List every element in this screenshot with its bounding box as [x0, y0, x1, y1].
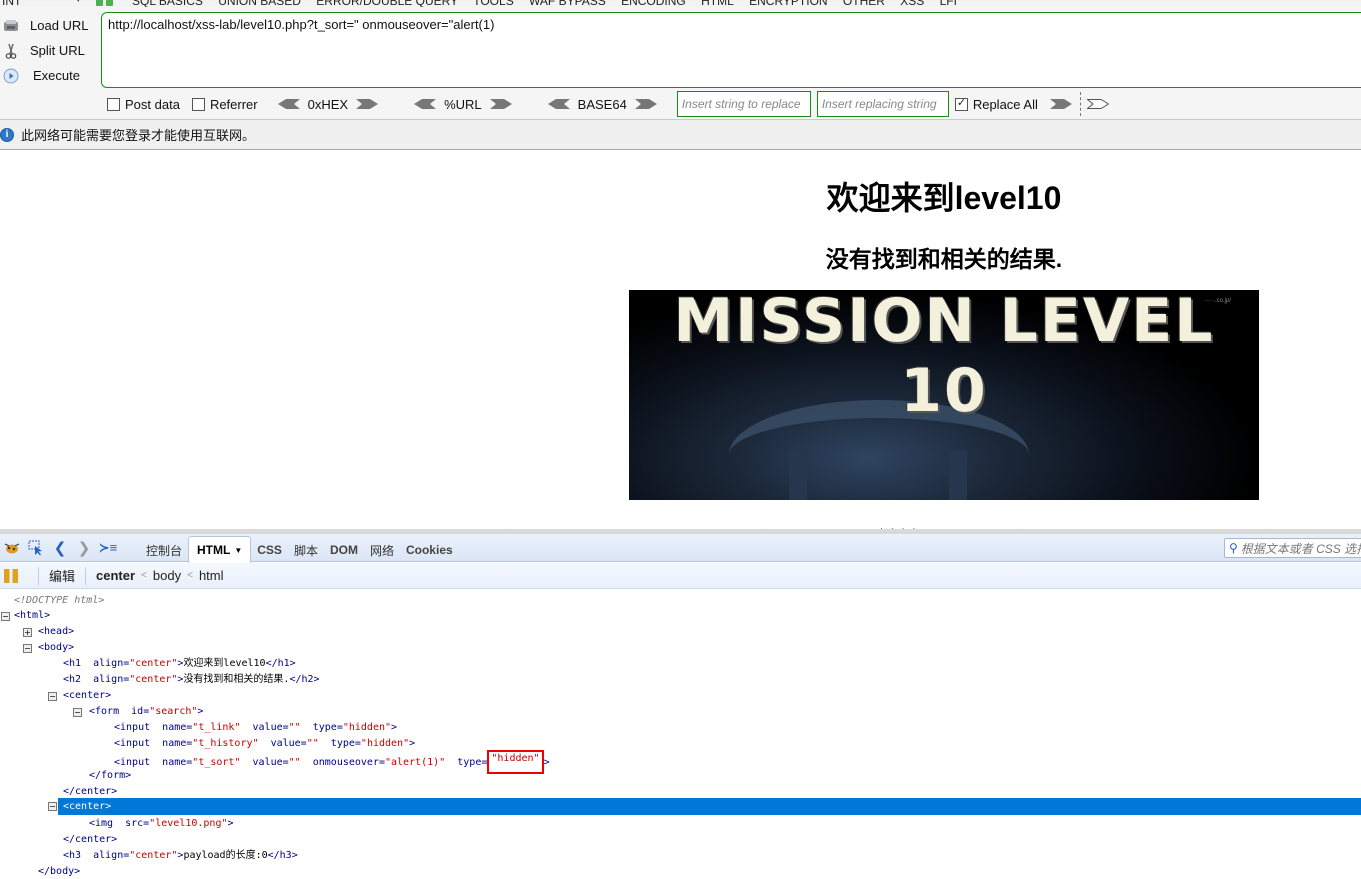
tree-node-body[interactable]: <body> [38, 640, 74, 656]
search-icon: ⚲ [1229, 541, 1238, 555]
tab-html[interactable]: HTML ▼ [188, 536, 252, 563]
replace-to-input[interactable]: Insert replacing string [816, 91, 949, 117]
tab-css[interactable]: CSS [251, 538, 288, 562]
highlight-annotation-box: "hidden" [487, 750, 544, 774]
separator [38, 566, 39, 585]
checkbox-icon [191, 97, 205, 111]
tree-doctype: <!DOCTYPE html> [14, 595, 105, 606]
hackbar-panel: Load URL Split URL Execute http://localh… [0, 7, 1361, 120]
decode-arrow-left-icon[interactable] [547, 99, 570, 109]
html-inspect-icon[interactable] [4, 568, 18, 583]
tree-node-input-t-link[interactable]: <input name="t_link" value="" type="hidd… [114, 720, 397, 736]
tree-node-form[interactable]: <form id="search"> [89, 704, 203, 720]
breadcrumb-center[interactable]: center [96, 568, 135, 583]
scissors-icon [2, 43, 20, 59]
tab-network[interactable]: 网络 [364, 538, 400, 562]
hackbar-options: Post data Referrer 0xHEX %URL BASE64 Ins… [107, 91, 1109, 117]
forward-icon[interactable]: ❯ [74, 538, 94, 558]
execute-button[interactable]: Execute [0, 63, 100, 88]
split-url-button[interactable]: Split URL [0, 38, 100, 63]
hackbar-actions: Load URL Split URL Execute [0, 13, 100, 88]
replace-all-checkbox[interactable]: Replace All [954, 96, 1038, 112]
edit-button[interactable]: 编辑 [49, 566, 75, 585]
page-subheading: 没有找到和相关的结果. [825, 246, 1063, 272]
decode-arrow-left-icon[interactable] [414, 99, 437, 109]
collapse-icon[interactable]: − [48, 692, 57, 701]
notice-text: 此网络可能需要您登录才能使用互联网。 [21, 128, 256, 143]
banner-title: MISSION LEVEL 10 [673, 290, 1215, 426]
collapse-icon[interactable]: − [23, 644, 32, 653]
tab-cookies[interactable]: Cookies [400, 538, 459, 562]
firebug-icon[interactable] [2, 538, 22, 558]
chevron-down-icon[interactable]: ▾ [76, 0, 81, 5]
encode-arrow-right-icon[interactable] [489, 99, 512, 109]
load-url-icon [2, 18, 20, 34]
collapse-icon[interactable]: − [1, 612, 10, 621]
devtools-search-input[interactable]: ⚲ 根据文本或者 CSS 选择器 [1224, 538, 1361, 558]
collapse-icon[interactable]: − [73, 708, 82, 717]
tab-console[interactable]: 控制台 [140, 538, 188, 562]
encoder-url: %URL [406, 97, 520, 112]
level-banner-image: MISSION LEVEL 10 ·····.co.jp/ [629, 290, 1259, 500]
tab-script[interactable]: 脚本 [288, 538, 324, 562]
page-content: 欢迎来到level10 没有找到和相关的结果. MISSION LEVEL 10… [0, 151, 1361, 529]
play-icon [2, 68, 20, 84]
tree-node-h1[interactable]: <h1 align="center">欢迎来到level10</h1> [63, 656, 296, 672]
network-login-notice: i 此网络可能需要您登录才能使用互联网。 [0, 120, 1361, 150]
devtools-tabs: 控制台 HTML ▼ CSS 脚本 DOM 网络 Cookies [140, 536, 459, 563]
encode-arrow-right-icon[interactable] [356, 99, 379, 109]
encode-arrow-right-icon[interactable] [634, 99, 657, 109]
tree-node-h2[interactable]: <h2 align="center">没有找到和相关的结果.</h2> [63, 672, 320, 688]
info-icon: i [0, 127, 14, 142]
encoder-hex: 0xHEX [270, 97, 386, 112]
tree-node-form-close: </form> [89, 770, 132, 781]
tree-node-center-close-2: </center> [63, 834, 118, 845]
inspect-element-icon[interactable] [26, 538, 46, 558]
tree-node-h3[interactable]: <h3 align="center">payload的长度:0</h3> [63, 848, 298, 864]
tree-node-center[interactable]: <center> [63, 688, 111, 704]
checkbox-icon [107, 97, 120, 111]
tree-node-input-t-history[interactable]: <input name="t_history" value="" type="h… [114, 736, 415, 752]
breadcrumb-separator-icon: < [141, 570, 147, 581]
watermark: ·····.co.jp/ [1205, 298, 1231, 304]
referrer-checkbox[interactable]: Referrer [191, 97, 258, 112]
tree-node-img[interactable]: <img src="level10.png"> [89, 816, 234, 832]
html-tree: <!DOCTYPE html> − <html> + <head> − <bod… [0, 592, 1361, 879]
breadcrumb-separator-icon: < [187, 570, 193, 581]
replace-from-input[interactable]: Insert string to replace [676, 91, 811, 117]
hackbar-menu: INT ▾ SQL BASICS UNION BASED ERROR/DOUBL… [0, 0, 1361, 8]
tab-dom[interactable]: DOM [324, 538, 364, 562]
command-line-icon[interactable]: ≻≡ [98, 538, 118, 558]
separator [1079, 92, 1081, 116]
collapse-icon[interactable]: − [48, 802, 57, 811]
tree-node-body-close: </body> [38, 866, 81, 877]
checkbox-checked-icon [954, 96, 968, 111]
devtools-breadcrumb-bar: 编辑 center < body < html [0, 563, 1361, 589]
tree-node-center-selected[interactable]: <center> [63, 799, 111, 815]
decode-arrow-left-icon[interactable] [277, 99, 300, 109]
separator [85, 566, 87, 585]
tree-node-input-t-sort[interactable]: <input name="t_sort" value="" onmouseove… [114, 750, 550, 774]
breadcrumb-body[interactable]: body [153, 568, 181, 583]
chevron-down-icon[interactable]: ▼ [234, 546, 242, 555]
tree-node-head[interactable]: <head> [38, 624, 74, 640]
tree-node-html[interactable]: <html> [14, 608, 50, 624]
breadcrumb-html[interactable]: html [199, 568, 224, 583]
selected-tree-row[interactable] [58, 798, 1361, 815]
back-icon[interactable]: ❮ [50, 538, 70, 558]
expand-icon[interactable]: + [23, 628, 32, 637]
devtools-toolbar: ❮ ❯ ≻≡ 控制台 HTML ▼ CSS 脚本 DOM 网络 Cookies ⚲… [0, 534, 1361, 563]
encoder-base64: BASE64 [540, 97, 665, 112]
load-url-button[interactable]: Load URL [0, 13, 100, 38]
replace-go-icon[interactable] [1049, 99, 1072, 109]
post-data-checkbox[interactable]: Post data [107, 97, 180, 112]
url-textarea[interactable]: http://localhost/xss-lab/level10.php?t_s… [101, 12, 1361, 88]
page-heading: 欢迎来到level10 [826, 180, 1062, 216]
next-arrow-icon[interactable] [1086, 99, 1109, 109]
